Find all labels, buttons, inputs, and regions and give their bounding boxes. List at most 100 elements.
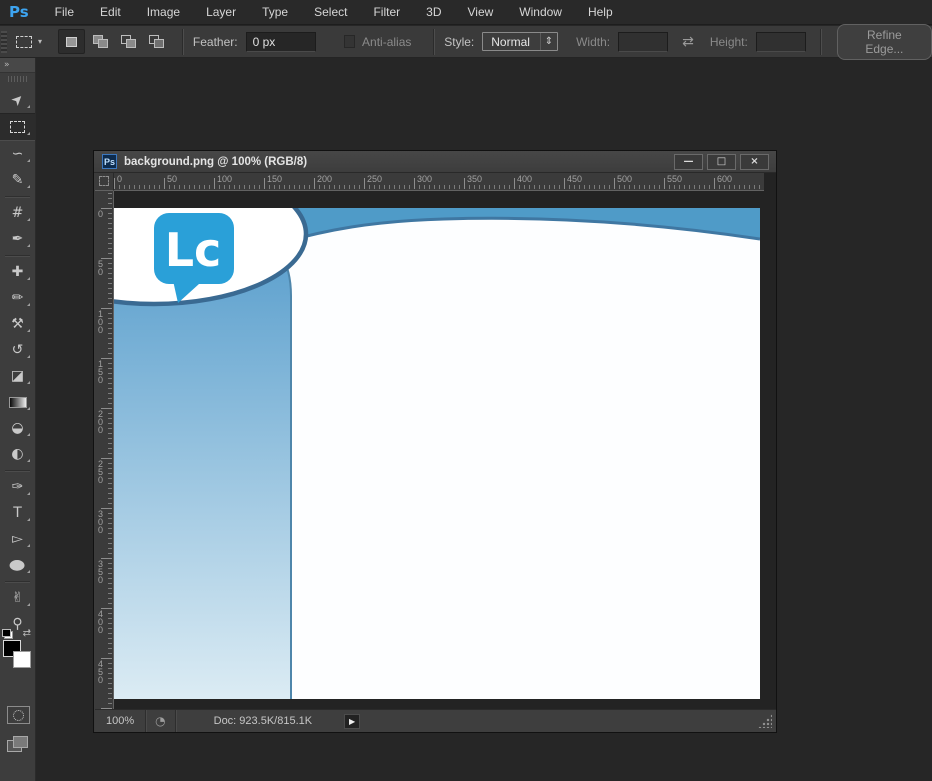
photoshop-app: { "app": { "logo": "Ps", "menu_items": [… xyxy=(0,0,932,781)
style-dropdown[interactable]: Normal ⇕ xyxy=(482,32,558,51)
menu-filter[interactable]: Filter xyxy=(360,0,413,24)
ruler-h-label: 100 xyxy=(217,174,232,184)
ruler-h-label: 150 xyxy=(267,174,282,184)
eyedropper-tool[interactable]: ✒ xyxy=(0,226,35,252)
menu-bar-items: FileEditImageLayerTypeSelectFilter3DView… xyxy=(42,0,626,24)
new-selection-button[interactable] xyxy=(58,29,85,54)
ruler-v-label: 0 xyxy=(98,210,106,218)
menu-layer[interactable]: Layer xyxy=(193,0,249,24)
default-colors-icon[interactable] xyxy=(4,631,13,639)
type-icon: T xyxy=(13,506,22,520)
ruler-h-label: 350 xyxy=(467,174,482,184)
anti-alias-checkbox[interactable] xyxy=(344,35,355,48)
add-to-selection-button[interactable] xyxy=(88,30,113,53)
clone-stamp-tool[interactable]: ⚒ xyxy=(0,311,35,337)
toolbar-grip[interactable] xyxy=(0,73,35,85)
document-title: background.png @ 100% (RGB/8) xyxy=(124,156,307,168)
gradient-tool[interactable] xyxy=(0,389,35,415)
menu-view[interactable]: View xyxy=(454,0,506,24)
close-button[interactable]: × xyxy=(740,154,769,170)
height-label: Height: xyxy=(710,35,748,49)
blur-icon: ◒ xyxy=(11,421,23,435)
menu-window[interactable]: Window xyxy=(506,0,575,24)
healing-brush-tool[interactable]: ✚ xyxy=(0,259,35,285)
feather-input[interactable] xyxy=(246,32,316,52)
menu-type[interactable]: Type xyxy=(249,0,301,24)
ruler-origin-button[interactable] xyxy=(95,173,114,191)
width-label: Width: xyxy=(576,35,610,49)
history-brush-tool[interactable]: ↺ xyxy=(0,337,35,363)
color-swatches: ⇄ xyxy=(0,630,36,670)
eyedropper-icon: ✒ xyxy=(12,232,24,246)
divider xyxy=(182,29,183,55)
rectangular-marquee-tool[interactable] xyxy=(0,113,35,141)
ellipse-tool[interactable]: ● xyxy=(0,552,35,578)
canvas-artwork: Lc xyxy=(114,208,760,699)
height-input[interactable] xyxy=(756,32,806,52)
refine-edge-button[interactable]: Refine Edge... xyxy=(837,24,932,60)
type-tool[interactable]: T xyxy=(0,500,35,526)
brush-icon: ✏ xyxy=(12,291,24,305)
document-title-bar[interactable]: Ps background.png @ 100% (RGB/8) —□× xyxy=(94,151,776,173)
ruler-v-label: 100 xyxy=(98,310,106,334)
app-logo: Ps xyxy=(9,3,29,21)
toolbar-collapse-button[interactable]: » xyxy=(0,58,35,73)
status-bar: 100% ◔ Doc: 923.5K/815.1K ▶ xyxy=(95,709,776,732)
status-menu-button[interactable]: ▶ xyxy=(344,714,360,729)
screen-mode-button[interactable] xyxy=(7,736,29,753)
selection-mode-group xyxy=(58,29,169,54)
background-color-swatch[interactable] xyxy=(13,651,31,668)
zoom-icon: ⚲ xyxy=(12,617,22,631)
chevron-down-icon: ▾ xyxy=(38,37,42,46)
ruler-v-label: 400 xyxy=(98,610,106,634)
swap-colors-icon[interactable]: ⇄ xyxy=(23,628,31,639)
style-label: Style: xyxy=(444,35,474,49)
width-input[interactable] xyxy=(618,32,668,52)
ruler-h-label: 600 xyxy=(717,174,732,184)
intersect-selection-button[interactable] xyxy=(144,30,169,53)
lasso-tool[interactable]: ∽ xyxy=(0,141,35,167)
menu-edit[interactable]: Edit xyxy=(87,0,134,24)
rectangular-marquee-icon xyxy=(10,121,25,133)
dodge-tool[interactable]: ◐ xyxy=(0,441,35,467)
move-tool[interactable]: ➤ xyxy=(0,87,35,113)
menu-3d[interactable]: 3D xyxy=(413,0,454,24)
blur-tool[interactable]: ◒ xyxy=(0,415,35,441)
swap-dimensions-icon[interactable]: ⇄ xyxy=(682,34,694,50)
menu-file[interactable]: File xyxy=(42,0,87,24)
options-bar-grip[interactable] xyxy=(1,31,7,53)
spinner-arrows-icon: ⇕ xyxy=(540,33,557,50)
canvas[interactable]: Lc xyxy=(114,208,760,699)
path-selection-tool[interactable]: ▻ xyxy=(0,526,35,552)
feather-label: Feather: xyxy=(193,35,238,49)
menu-help[interactable]: Help xyxy=(575,0,626,24)
minimize-button[interactable]: — xyxy=(674,154,703,170)
tool-bar: » ➤ ∽✎ # ✒ ✚ ✏ ⚒ ↺◪ ◒ ◐ ✑ T ▻● ✌ ⚲ ⇄ xyxy=(0,58,36,781)
menu-select[interactable]: Select xyxy=(301,0,360,24)
zoom-level[interactable]: 100% xyxy=(95,710,146,732)
tool-preset-button[interactable]: ▾ xyxy=(16,36,42,48)
options-bar: ▾ Feather: Anti-alias Style: Normal ⇕ Wi… xyxy=(0,26,932,58)
window-controls: —□× xyxy=(674,154,769,170)
brush-tool[interactable]: ✏ xyxy=(0,285,35,311)
subtract-from-selection-button[interactable] xyxy=(116,30,141,53)
divider xyxy=(820,29,821,55)
quick-selection-tool[interactable]: ✎ xyxy=(0,167,35,193)
ruler-v-label: 350 xyxy=(98,560,106,584)
vertical-ruler[interactable]: 050100150200250300350400450 xyxy=(95,191,114,709)
status-indicator-icon[interactable]: ◔ xyxy=(146,710,175,732)
ruler-h-label: 50 xyxy=(167,174,177,184)
quick-mask-button[interactable] xyxy=(7,706,30,724)
horizontal-ruler[interactable]: 050100150200250300350400450500550600 xyxy=(114,173,764,191)
crop-tool[interactable]: # xyxy=(0,200,35,226)
ps-file-icon: Ps xyxy=(102,154,117,169)
ruler-v-label: 200 xyxy=(98,410,106,434)
hand-tool[interactable]: ✌ xyxy=(0,585,35,611)
clone-stamp-icon: ⚒ xyxy=(11,317,24,331)
ruler-v-label: 150 xyxy=(98,360,106,384)
maximize-button[interactable]: □ xyxy=(707,154,736,170)
pen-tool[interactable]: ✑ xyxy=(0,474,35,500)
menu-image[interactable]: Image xyxy=(134,0,193,24)
ruler-v-label: 300 xyxy=(98,510,106,534)
eraser-tool[interactable]: ◪ xyxy=(0,363,35,389)
